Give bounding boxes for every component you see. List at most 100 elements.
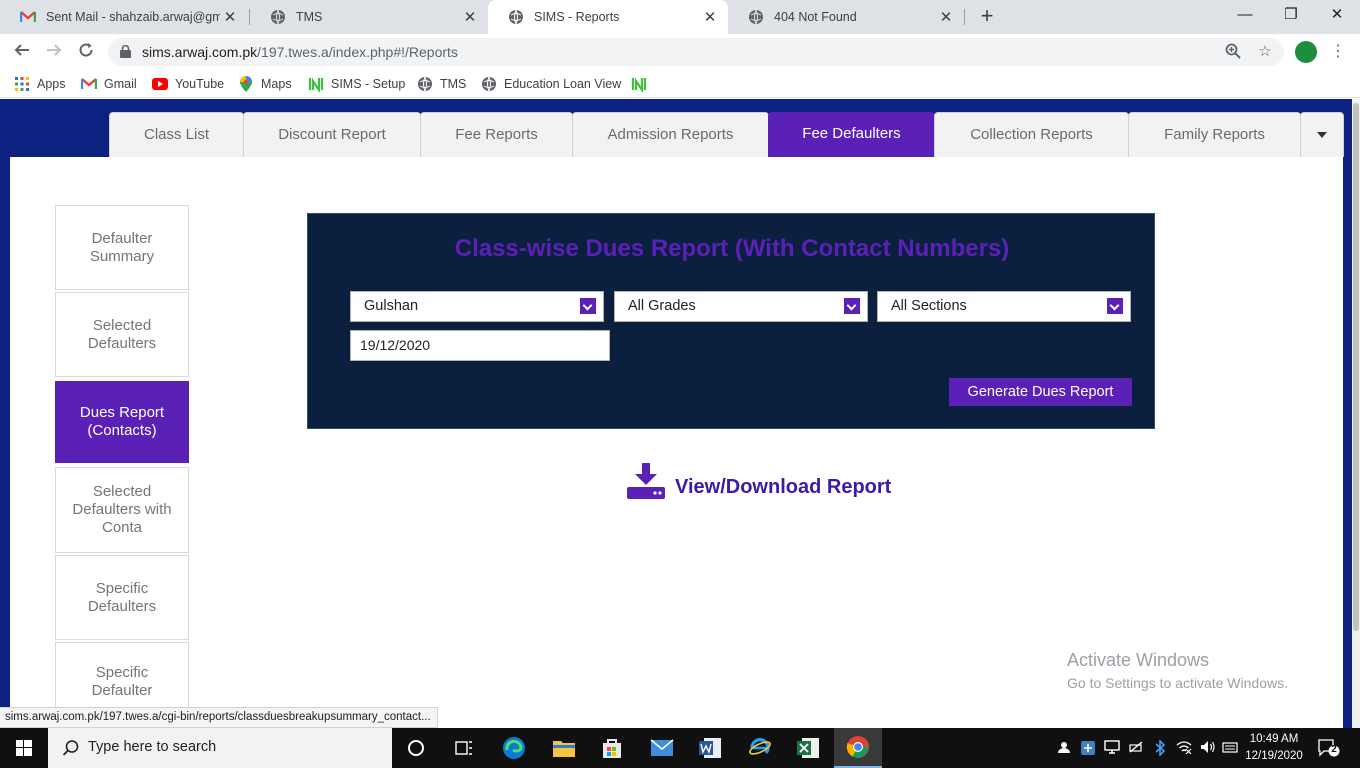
sidebar-item-selected-defaulters-contacts[interactable]: Selected Defaulters with Conta (55, 467, 189, 553)
section-value: All Sections (891, 298, 967, 314)
back-icon[interactable] (10, 40, 34, 64)
bookmark-label: Apps (37, 77, 66, 91)
tab-admission-reports[interactable]: Admission Reports (572, 112, 769, 157)
edge-browser-icon[interactable] (490, 728, 538, 768)
sidebar-item-defaulter-summary[interactable]: Defaulter Summary (55, 205, 189, 290)
page-scrollbar[interactable] (1352, 99, 1360, 728)
zoom-icon[interactable] (1224, 43, 1242, 61)
store-icon[interactable] (588, 728, 636, 768)
close-tab-icon[interactable]: ✕ (700, 8, 720, 26)
bookmark-tms[interactable]: TMS (417, 75, 466, 93)
keyboard-language-icon[interactable] (1222, 740, 1238, 756)
web-page: Class List Discount Report Fee Reports A… (0, 99, 1352, 728)
browser-tab-gmail[interactable]: Sent Mail - shahzaib.arwaj@gmail ✕ (0, 0, 248, 34)
defender-tray-icon[interactable] (1080, 740, 1096, 756)
bookmark-sims-setup[interactable]: SIMS - Setup (308, 75, 405, 93)
youtube-icon (152, 76, 168, 92)
tab-fee-reports[interactable]: Fee Reports (420, 112, 573, 157)
more-tabs-dropdown[interactable] (1300, 112, 1344, 157)
tab-fee-defaulters[interactable]: Fee Defaulters (768, 112, 935, 157)
bookmark-star-icon[interactable]: ☆ (1256, 43, 1274, 61)
report-title: Class-wise Dues Report (With Contact Num… (454, 235, 1010, 262)
tab-collection-reports[interactable]: Collection Reports (934, 112, 1129, 157)
power-tray-icon[interactable] (1128, 740, 1144, 756)
address-bar[interactable]: sims.arwaj.com.pk/197.twes.a/index.php#!… (108, 38, 1284, 66)
url-path: /197.twes.a/index.php#!/Reports (257, 44, 458, 60)
scrollbar-thumb[interactable] (1353, 103, 1359, 631)
browser-tab-sims-reports[interactable]: SIMS - Reports ✕ (488, 0, 728, 34)
tab-discount-report[interactable]: Discount Report (243, 112, 421, 157)
url-host: sims.arwaj.com.pk (142, 44, 258, 60)
close-tab-icon[interactable]: ✕ (220, 8, 240, 26)
close-window-icon[interactable]: ✕ (1314, 0, 1360, 30)
forward-icon[interactable] (42, 40, 66, 64)
mail-icon[interactable] (638, 728, 686, 768)
clock-time: 10:49 AM (1249, 733, 1299, 745)
bookmark-label: Maps (261, 77, 292, 91)
reload-icon[interactable] (74, 40, 98, 64)
search-icon (62, 740, 79, 756)
excel-icon[interactable] (784, 728, 832, 768)
globe-icon (270, 9, 286, 25)
bookmark-apps[interactable]: Apps (14, 75, 66, 93)
tab-family-reports[interactable]: Family Reports (1128, 112, 1301, 157)
section-select[interactable]: All Sections (877, 291, 1131, 322)
browser-tab-title: Sent Mail - shahzaib.arwaj@gmail (46, 10, 220, 24)
campus-select[interactable]: Gulshan (350, 291, 604, 322)
file-explorer-icon[interactable] (540, 728, 588, 768)
lock-icon (120, 44, 131, 58)
task-view-icon[interactable] (440, 728, 488, 768)
start-button[interactable] (0, 728, 48, 768)
sims-logo-icon (631, 76, 647, 92)
taskbar-clock[interactable]: 10:49 AM 12/19/2020 (1240, 731, 1308, 765)
bookmark-label: TMS (440, 77, 467, 91)
browser-tab-tms[interactable]: TMS ✕ (250, 0, 488, 34)
chrome-taskbar-icon[interactable] (834, 728, 882, 768)
bookmark-education-loan[interactable]: Education Loan View (481, 75, 621, 93)
bluetooth-tray-icon[interactable] (1152, 739, 1168, 757)
globe-icon (417, 76, 433, 92)
maps-pin-icon (238, 76, 254, 92)
profile-avatar[interactable] (1295, 41, 1317, 63)
action-center-button[interactable]: 2 (1318, 739, 1340, 757)
bookmark-maps[interactable]: Maps (238, 75, 292, 93)
monitor-tray-icon[interactable] (1104, 740, 1120, 756)
grade-select[interactable]: All Grades (614, 291, 868, 322)
windows-taskbar: Type here to search 10:49 AM 12/19/2020 … (0, 728, 1360, 768)
close-tab-icon[interactable]: ✕ (936, 8, 956, 26)
close-tab-icon[interactable]: ✕ (460, 8, 480, 26)
network-tray-icon[interactable] (1056, 740, 1072, 756)
url-text: sims.arwaj.com.pk/197.twes.a/index.php#!… (142, 44, 458, 60)
chevron-down-icon (844, 298, 860, 314)
volume-tray-icon[interactable] (1200, 740, 1216, 756)
restore-icon[interactable]: ❐ (1268, 0, 1314, 30)
bookmark-label: Education Loan View (504, 77, 622, 91)
activate-windows-watermark: Activate Windows Go to Settings to activ… (1067, 650, 1288, 691)
sims-logo-icon (308, 76, 324, 92)
sidebar-item-specific-defaulters[interactable]: Specific Defaulters (55, 555, 189, 640)
internet-explorer-icon[interactable] (736, 728, 784, 768)
taskbar-search-box[interactable]: Type here to search (48, 728, 392, 768)
view-download-report-link[interactable]: View/Download Report (627, 462, 892, 501)
bookmark-gmail[interactable]: Gmail (81, 75, 137, 93)
cortana-icon[interactable] (392, 728, 440, 768)
windows-logo-icon (16, 740, 32, 756)
bookmark-sims-logo[interactable] (631, 75, 654, 93)
chevron-down-icon (580, 298, 596, 314)
date-input[interactable]: 19/12/2020 (350, 330, 610, 361)
new-tab-button[interactable]: + (976, 5, 998, 29)
word-icon[interactable] (686, 728, 734, 768)
sidebar-item-selected-defaulters[interactable]: Selected Defaulters (55, 292, 189, 377)
download-label: View/Download Report (675, 475, 892, 498)
browser-tab-strip: Sent Mail - shahzaib.arwaj@gmail ✕ TMS ✕… (0, 0, 1360, 34)
sidebar-item-dues-report-contacts[interactable]: Dues Report (Contacts) (55, 381, 189, 463)
tab-separator (964, 9, 965, 25)
generate-dues-report-button[interactable]: Generate Dues Report (949, 378, 1132, 406)
chrome-menu-icon[interactable]: ⋮ (1330, 41, 1346, 63)
watermark-title: Activate Windows (1067, 650, 1210, 670)
browser-tab-404[interactable]: 404 Not Found ✕ (728, 0, 964, 34)
minimize-icon[interactable]: — (1222, 0, 1268, 30)
wifi-tray-icon[interactable] (1176, 740, 1192, 756)
bookmark-youtube[interactable]: YouTube (152, 75, 224, 93)
tab-class-list[interactable]: Class List (109, 112, 244, 157)
